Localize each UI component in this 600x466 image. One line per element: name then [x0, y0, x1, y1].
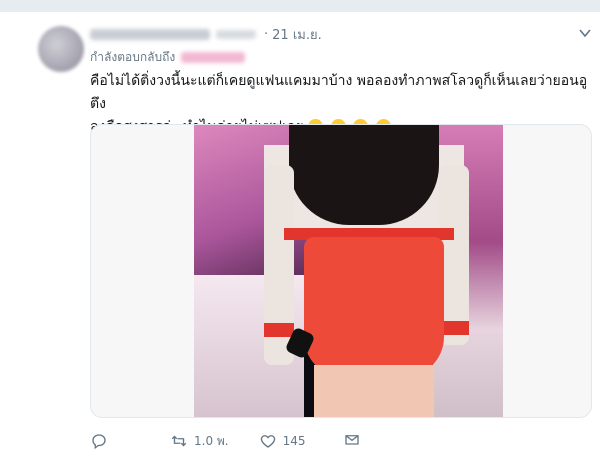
tweet-header: · 21 เม.ย. [90, 24, 322, 44]
replying-to-label: กำลังตอบกลับถึง [90, 50, 176, 64]
retweet-button[interactable]: 1.0 พ. [170, 432, 229, 451]
reply-icon [92, 434, 106, 450]
share-button[interactable] [343, 432, 361, 450]
like-count: 145 [282, 434, 306, 448]
chevron-down-icon[interactable] [578, 26, 592, 40]
like-icon [260, 435, 275, 448]
separator-dot: · [264, 26, 269, 42]
replying-to: กำลังตอบกลับถึง [90, 48, 246, 67]
top-divider [0, 0, 600, 12]
tweet-actions: 1.0 พ. 145 [90, 428, 361, 454]
reply-target-blurred[interactable] [181, 52, 246, 63]
share-icon [344, 435, 359, 445]
media-card[interactable] [90, 124, 592, 418]
reply-button[interactable] [90, 432, 108, 450]
retweet-icon [171, 435, 187, 447]
sleeve-cuff-left [264, 323, 294, 337]
performer-shorts [304, 237, 444, 377]
tweet-text-line-1: คือไม่ได้ติ่งวงนี้นะแต่ก็เคยดูแฟนแคมมาบ้… [90, 73, 588, 112]
user-handle-blurred[interactable] [216, 29, 256, 39]
performer-hair [289, 125, 439, 225]
tweet-date[interactable]: 21 เม.ย. [272, 24, 322, 45]
retweet-count: 1.0 พ. [194, 433, 229, 448]
video-frame[interactable] [194, 125, 503, 417]
display-name-blurred[interactable] [90, 28, 210, 40]
performer-legs [314, 365, 434, 417]
avatar[interactable] [38, 26, 84, 72]
like-button[interactable]: 145 [259, 432, 306, 450]
